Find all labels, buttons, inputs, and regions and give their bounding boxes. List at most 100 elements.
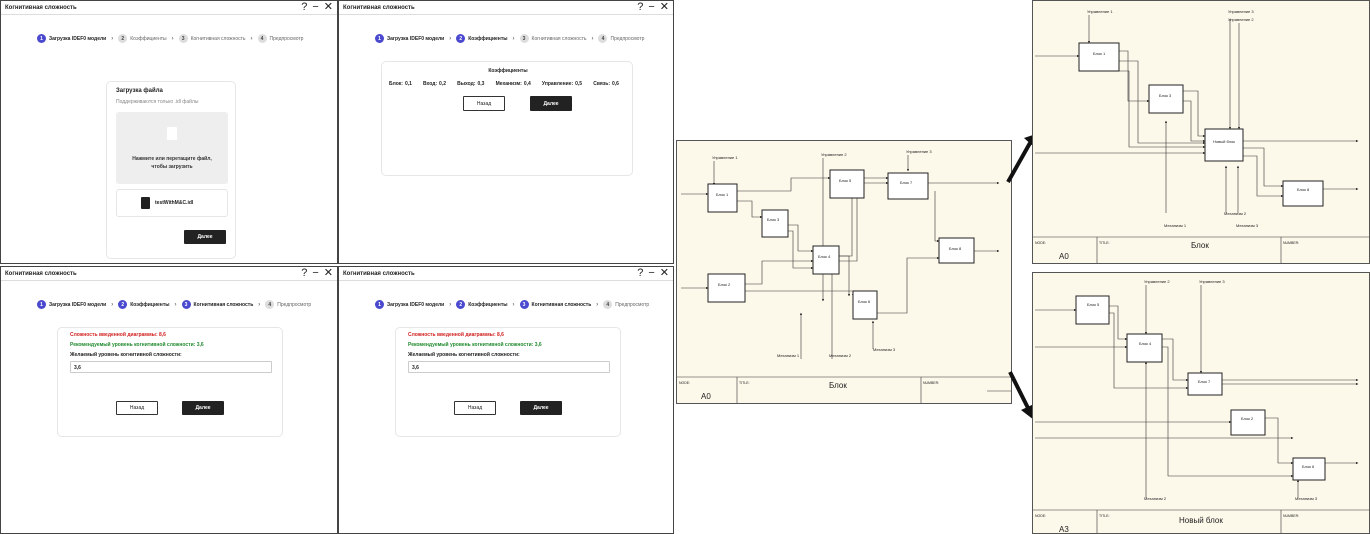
next-button[interactable]: Далее [520, 401, 562, 415]
desired-label: Желаемый уровень когнитивной сложности: [70, 352, 182, 358]
footer-node-label: NODE: [1035, 514, 1046, 518]
block-label: Блок 5 [1087, 302, 1100, 307]
close-icon[interactable]: ✕ [324, 2, 333, 13]
step-2[interactable]: 2 Коэффициенты [456, 34, 508, 43]
step-number: 4 [265, 300, 275, 309]
next-button[interactable]: Далее [182, 401, 224, 415]
block-2 [707, 273, 746, 303]
uploaded-file[interactable]: testWithM&C.idl [116, 189, 228, 217]
drop-text-line: чтобы загрузить [151, 164, 193, 170]
block-1 [707, 183, 738, 213]
minimize-icon[interactable]: − [648, 2, 654, 13]
step-label: Когнитивная сложность [190, 35, 246, 42]
step-4[interactable]: 4 Предпросмотр [257, 34, 303, 43]
minimize-icon[interactable]: − [648, 268, 654, 279]
block-label: Блок 2 [1241, 416, 1254, 421]
step-label: Коэффициенты [468, 301, 508, 308]
step-label: Когнитивная сложность [193, 301, 254, 308]
chevron-right-icon: › [512, 35, 515, 42]
help-icon[interactable]: ? [637, 2, 643, 13]
step-label: Загрузка IDEF0 модели [387, 35, 445, 42]
stepper: 1 Загрузка IDEF0 модели › 2 Коэффициенты ›… [375, 300, 649, 309]
coef-control: Управление: 0,5 [542, 81, 582, 87]
step-3[interactable]: 3 Когнитивная сложность [178, 34, 246, 43]
close-icon[interactable]: ✕ [660, 268, 669, 279]
mechanism-label: Механизм 1 [777, 353, 800, 358]
idef0-diagram-a0: Блок 1 Блок 3 Новый блок Блок 8 Управлен… [1032, 0, 1370, 264]
stepper: 1 Загрузка IDEF0 модели › 2 Коэффициенты ›… [37, 34, 303, 43]
block-5 [1075, 295, 1110, 325]
step-1[interactable]: 1 Загрузка IDEF0 модели [37, 34, 106, 43]
step-2[interactable]: 2 Коэффициенты [118, 34, 167, 43]
step-4[interactable]: 4 Предпросмотр [603, 300, 649, 309]
mechanism-label: Механизм 2 [1224, 211, 1247, 216]
block-7 [1187, 372, 1223, 396]
stepper: 1 Загрузка IDEF0 модели › 2 Коэффициенты ›… [375, 34, 644, 43]
idef0-diagram-main: Блок 1 Блок 2 Блок 3 Блок 4 Блок 5 Блок … [676, 140, 1012, 404]
block-label: Блок 1 [1093, 51, 1106, 56]
step-number: 1 [375, 300, 384, 309]
help-icon[interactable]: ? [301, 268, 307, 279]
back-button[interactable]: Назад [463, 96, 505, 111]
block-3 [761, 209, 789, 238]
desired-input[interactable]: 3,6 [408, 361, 610, 373]
desired-input[interactable]: 3,6 [70, 361, 272, 373]
chevron-right-icon: › [258, 301, 261, 308]
control-label: Управление 3 [906, 149, 932, 154]
chevron-right-icon: › [512, 301, 515, 308]
step-1[interactable]: 1 Загрузка IDEF0 модели [375, 34, 444, 43]
coef-value: 0,4 [523, 81, 531, 87]
block-6 [1292, 457, 1326, 481]
step-number: 4 [598, 34, 608, 43]
drop-text-line: Нажмите или перетащите файл, [132, 156, 212, 162]
back-button[interactable]: Назад [454, 401, 496, 415]
step-number: 1 [37, 34, 46, 43]
coef-label: Выход: [457, 81, 476, 87]
mechanism-label: Механизм 2 [829, 353, 852, 358]
desired-label: Желаемый уровень когнитивной сложности: [408, 352, 520, 358]
step-4[interactable]: 4 Предпросмотр [598, 34, 644, 43]
next-button[interactable]: Далее [184, 230, 226, 244]
new-block [1204, 128, 1244, 162]
step-number: 2 [456, 300, 466, 309]
help-icon[interactable]: ? [637, 268, 643, 279]
coef-label: Связь: [593, 81, 610, 87]
back-button[interactable]: Назад [116, 401, 158, 415]
coefficients-title: Коэффициенты [488, 68, 528, 74]
coef-label: Управление: [541, 81, 574, 87]
step-3[interactable]: 3 Когнитивная сложность [519, 34, 586, 43]
coef-output: Выход: 0,3 [457, 81, 484, 87]
step-number: 1 [37, 300, 46, 309]
step-number: 1 [375, 34, 384, 43]
footer-node-label: NODE: [679, 381, 690, 385]
coef-value: 0,2 [439, 81, 446, 87]
control-label: Управление 3 [1228, 9, 1254, 14]
block-label: Блок 3 [767, 217, 780, 222]
window-complexity-1: Когнитивная сложность ? − ✕ 1 Загрузка ID… [0, 266, 338, 534]
step-label: Загрузка IDEF0 модели [49, 35, 107, 42]
coef-value: 0,5 [575, 81, 583, 87]
help-icon[interactable]: ? [301, 2, 307, 13]
step-3[interactable]: 3 Когнитивная сложность [181, 300, 254, 309]
minimize-icon[interactable]: − [312, 268, 318, 279]
drop-zone[interactable]: Нажмите или перетащите файл, чтобы загру… [116, 112, 228, 184]
next-button[interactable]: Далее [530, 96, 572, 111]
step-1[interactable]: 1 Загрузка IDEF0 модели [37, 300, 106, 309]
step-4[interactable]: 4 Предпросмотр [265, 300, 311, 309]
block-label: Блок 7 [900, 180, 913, 185]
minimize-icon[interactable]: − [312, 2, 318, 13]
close-icon[interactable]: ✕ [324, 268, 333, 279]
step-2[interactable]: 2 Коэффициенты [118, 300, 170, 309]
coef-label: Механизм: [495, 81, 522, 87]
footer-number-label: NUMBER: [1283, 514, 1299, 518]
block-4 [1126, 333, 1163, 363]
step-1[interactable]: 1 Загрузка IDEF0 модели [375, 300, 444, 309]
step-3[interactable]: 3 Когнитивная сложность [519, 300, 591, 309]
block-label: Блок 4 [818, 254, 831, 259]
step-2[interactable]: 2 Коэффициенты [456, 300, 508, 309]
footer-node-label: NODE: [1035, 241, 1046, 245]
block-7 [887, 172, 929, 200]
step-label: Коэффициенты [130, 301, 170, 308]
close-icon[interactable]: ✕ [660, 2, 669, 13]
upload-title: Загрузка файла [116, 88, 163, 94]
